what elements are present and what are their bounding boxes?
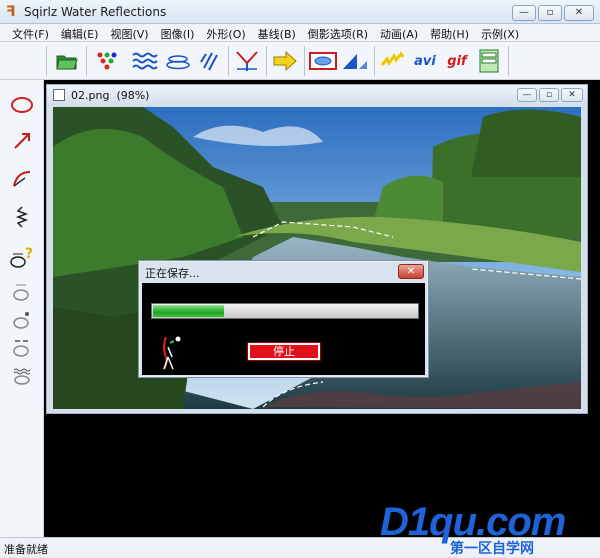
menu-shape[interactable]: 外形(O) [200,24,251,41]
shape-tool-2[interactable] [8,306,36,332]
shape-tool-4[interactable] [8,362,36,388]
workspace: 02.png (98%) — ▫ ✕ 正在保存... ✕ 停止 [44,80,600,537]
menu-bar: 文件(F) 编辑(E) 视图(V) 图像(I) 外形(O) 基线(B) 倒影选项… [0,24,600,42]
menu-examples[interactable]: 示例(X) [475,24,525,41]
document-minimize-button[interactable]: — [517,88,537,102]
document-title: 02.png (98%) [71,89,149,102]
shape-split-icon [13,340,29,357]
document-icon [53,89,65,101]
dialog-title: 正在保存... [145,267,200,280]
app-logo-icon: ꟻ [6,4,16,20]
app-title: Sqirlz Water Reflections [24,5,167,19]
baseline-tool-icon [236,51,258,71]
open-folder-icon [56,55,78,70]
arrow-diagonal-icon [14,133,30,149]
toolbar-separator [266,46,267,76]
arrow-tool[interactable] [8,128,36,154]
document-title-bar: 02.png (98%) — ▫ ✕ [47,85,587,105]
baseline-button[interactable] [232,47,262,75]
watermark-logo: D1qu.com 第一区自学网 [380,500,590,557]
left-toolbox: ? [0,80,44,537]
document-zoom: (98%) [116,89,150,102]
frames-button[interactable] [474,47,504,75]
rain-button[interactable] [195,47,225,75]
minimize-button[interactable]: — [512,5,536,21]
preview-button[interactable] [308,47,338,75]
watermark-main-text: D1qu.com [380,500,566,544]
menu-edit[interactable]: 编辑(E) [55,24,105,41]
shape-waves-icon [13,368,31,385]
menu-file[interactable]: 文件(F) [6,24,55,41]
color-dots-icon [97,52,117,70]
ellipse-tool[interactable] [8,92,36,118]
eye-preview-icon [309,52,337,70]
ripple-rings-button[interactable] [163,47,193,75]
dialog-body: 停止 [142,283,425,375]
menu-view[interactable]: 视图(V) [104,24,154,41]
close-button[interactable]: ✕ [564,5,594,21]
document-close-button[interactable]: ✕ [561,88,583,102]
rain-lines-icon [200,52,218,71]
menu-reflection-options[interactable]: 倒影选项(R) [302,24,374,41]
toolbar-separator [374,46,375,76]
lightning-icon [380,51,405,66]
maximize-button[interactable]: ▫ [538,5,562,21]
document-maximize-button[interactable]: ▫ [539,88,559,102]
svg-text:?: ? [25,246,33,262]
shape-dot-icon [13,312,29,329]
toolbar-separator [304,46,305,76]
shape-outline-icon [13,284,29,301]
next-arrow-button[interactable] [270,47,300,75]
toolbar: avi gif [0,42,600,80]
arrow-right-icon [273,50,297,72]
menu-help[interactable]: 帮助(H) [424,24,475,41]
ellipse-icon [11,97,33,113]
curve-tool[interactable] [8,166,36,192]
open-folder-button[interactable] [52,47,82,75]
shape-tool-3[interactable] [8,334,36,360]
waves-icon [132,52,158,70]
curve-icon [13,171,31,187]
toolbar-separator [228,46,229,76]
squiggle-tool[interactable] [8,204,36,230]
help-shape-tool[interactable]: ? [8,244,36,270]
perspective-button[interactable] [340,47,370,75]
toolbar-separator [46,46,47,76]
toolbar-separator [86,46,87,76]
menu-image[interactable]: 图像(I) [155,24,201,41]
menu-animation[interactable]: 动画(A) [374,24,424,41]
toolbar-separator [508,46,509,76]
status-text: 准备就绪 [4,543,48,556]
menu-baseline[interactable]: 基线(B) [252,24,302,41]
walking-figure-icon [156,333,186,371]
dialog-close-button[interactable]: ✕ [398,264,424,279]
ripple-rings-icon [166,55,190,70]
saving-dialog: 正在保存... ✕ 停止 [138,260,429,378]
save-progress-bar [151,303,419,319]
sparkle-button[interactable] [378,47,408,75]
waves-button[interactable] [130,47,160,75]
stop-button[interactable]: 停止 [247,342,321,361]
export-gif-button[interactable]: gif [442,47,472,75]
save-progress-fill [153,305,224,317]
help-shape-icon: ? [10,246,33,268]
export-avi-button[interactable]: avi [410,47,440,75]
watermark-sub-text: 第一区自学网 [450,541,534,557]
document-filename: 02.png [71,89,110,102]
triangle-perspective-icon [343,54,367,69]
document-window-controls: — ▫ ✕ [517,88,583,102]
ripple-dots-button[interactable] [92,47,122,75]
shape-tool-1[interactable] [8,278,36,304]
squiggle-icon [15,206,29,228]
title-bar: ꟻ Sqirlz Water Reflections — ▫ ✕ [0,0,600,24]
window-controls: — ▫ ✕ [512,5,594,21]
frames-panel-icon [479,49,499,73]
